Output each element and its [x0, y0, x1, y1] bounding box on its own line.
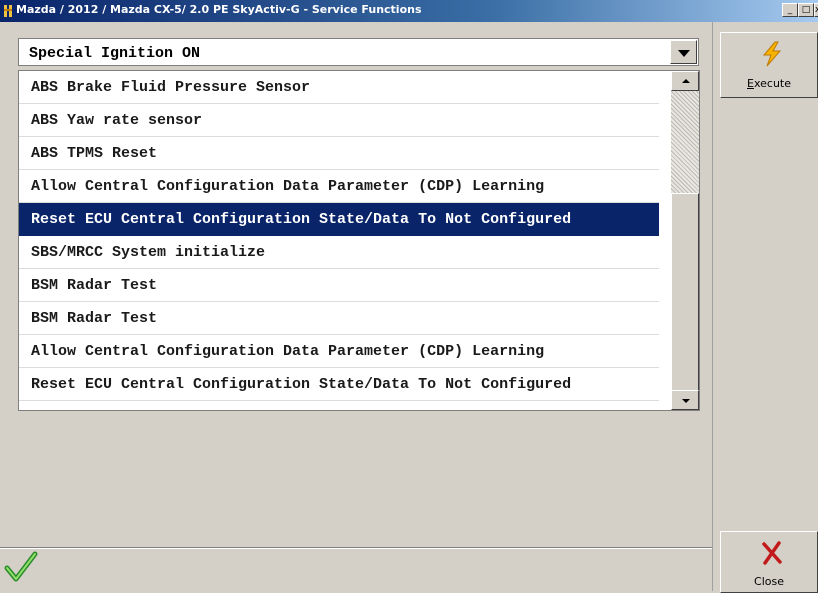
scroll-down-button[interactable] — [671, 390, 699, 410]
app-icon — [4, 5, 12, 17]
arrow-up-icon — [682, 79, 690, 83]
close-window-button[interactable]: x — [814, 3, 818, 17]
action-panel — [712, 22, 818, 591]
close-label: Close — [754, 575, 784, 588]
service-function-list[interactable]: ABS Brake Fluid Pressure Sensor ABS Yaw r… — [18, 70, 700, 411]
green-checkmark-icon[interactable] — [4, 548, 38, 584]
execute-button[interactable]: Execute — [720, 32, 818, 98]
maximize-button[interactable]: □ — [798, 3, 814, 17]
output-area — [0, 412, 712, 547]
list-item[interactable]: BSM Radar Test — [19, 302, 659, 335]
list-scrollbar[interactable] — [671, 71, 699, 410]
red-x-icon — [762, 541, 782, 565]
arrow-down-icon — [682, 399, 690, 403]
chevron-down-icon — [678, 50, 690, 57]
list-item[interactable]: ABS TPMS Reset — [19, 137, 659, 170]
list-item[interactable]: SBS/MRCC System initialize — [19, 236, 659, 269]
bottom-divider — [0, 547, 712, 549]
dropdown-arrow-button[interactable] — [670, 40, 697, 64]
list-item[interactable]: BSM Radar Test — [19, 269, 659, 302]
list-item[interactable]: Allow Central Configuration Data Paramet… — [19, 170, 659, 203]
list-item[interactable]: Reset ECU Central Configuration State/Da… — [19, 368, 659, 401]
function-category-dropdown[interactable]: Special Ignition ON — [18, 38, 699, 66]
list-item[interactable]: ABS Brake Fluid Pressure Sensor — [19, 71, 659, 104]
list-item[interactable]: ABS Yaw rate sensor — [19, 104, 659, 137]
execute-label: Execute — [747, 77, 791, 90]
list-rows: ABS Brake Fluid Pressure Sensor ABS Yaw r… — [19, 71, 699, 401]
title-bar[interactable]: Mazda / 2012 / Mazda CX-5/ 2.0 PE SkyAct… — [0, 0, 818, 22]
minimize-button[interactable]: _ — [782, 3, 798, 17]
close-button[interactable]: Close — [720, 531, 818, 593]
lightning-icon — [762, 41, 782, 67]
window-title: Mazda / 2012 / Mazda CX-5/ 2.0 PE SkyAct… — [16, 3, 422, 16]
scroll-up-button[interactable] — [671, 71, 699, 91]
list-item[interactable]: Allow Central Configuration Data Paramet… — [19, 335, 659, 368]
scroll-thumb[interactable] — [671, 193, 699, 391]
dropdown-selected-value: Special Ignition ON — [29, 45, 201, 62]
list-item[interactable]: Reset ECU Central Configuration State/Da… — [19, 203, 659, 236]
